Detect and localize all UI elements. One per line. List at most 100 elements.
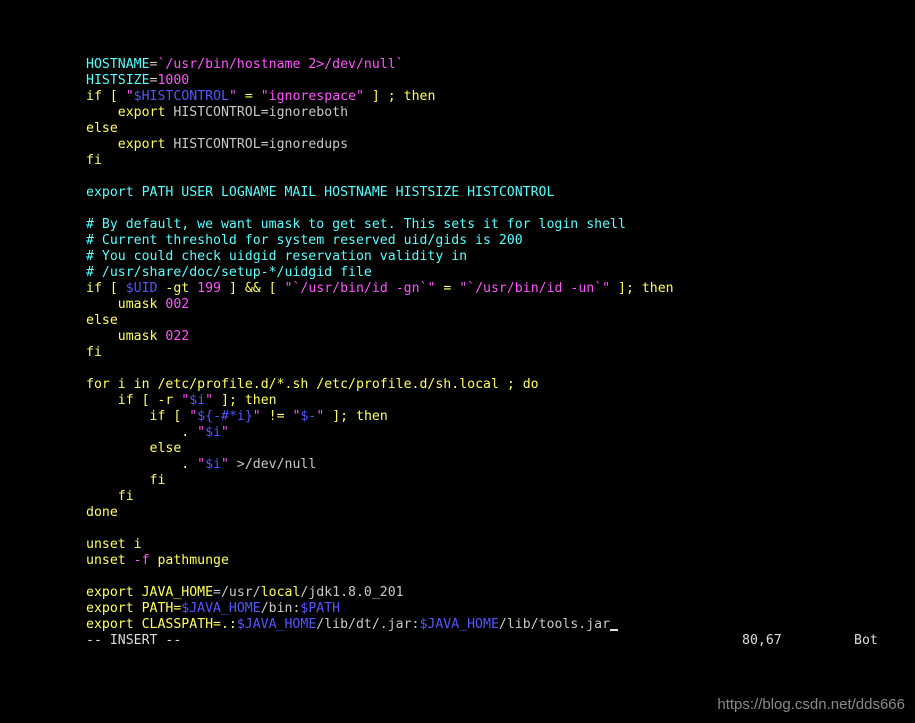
code-token: " [221, 457, 229, 472]
code-token: HOSTNAME [86, 57, 150, 72]
code-line[interactable]: export HISTCONTROL=ignoreboth [86, 105, 674, 121]
code-token: $PATH [300, 601, 341, 616]
code-token: ] ; [363, 89, 404, 104]
code-token: >/dev/null [228, 457, 317, 472]
code-token: ignoredups [268, 137, 349, 152]
code-token: ]; then [324, 409, 388, 424]
code-line[interactable]: export JAVA_HOME=/usr/local/jdk1.8.0_201 [86, 585, 674, 601]
code-token: CLASSPATH=.: [133, 617, 237, 632]
code-line[interactable]: unset i [86, 537, 674, 553]
code-token: . [181, 457, 198, 472]
code-line[interactable]: if [ $UID -gt 199 ] && [ "`/usr/bin/id -… [86, 281, 674, 297]
code-line[interactable] [86, 201, 674, 217]
code-line[interactable]: umask 022 [86, 329, 674, 345]
code-token: fi [117, 489, 134, 504]
code-line[interactable]: # Current threshold for system reserved … [86, 233, 674, 249]
code-token: in [133, 377, 150, 392]
code-line[interactable]: else [86, 121, 674, 137]
code-line[interactable]: . "$i" >/dev/null [86, 457, 674, 473]
code-line[interactable]: . "$i" [86, 425, 674, 441]
code-line[interactable]: fi [86, 345, 674, 361]
code-line[interactable]: fi [86, 473, 674, 489]
code-token: -f [125, 553, 150, 568]
code-token: 002 [165, 297, 190, 312]
code-line[interactable]: else [86, 313, 674, 329]
code-line[interactable]: if [ "${-#*i}" != "$-" ]; then [86, 409, 674, 425]
code-line[interactable]: HOSTNAME=`/usr/bin/hostname 2>/dev/null` [86, 57, 674, 73]
code-token: " [205, 393, 214, 408]
code-line[interactable]: # /usr/share/doc/setup-*/uidgid file [86, 265, 674, 281]
code-line[interactable]: HISTSIZE=1000 [86, 73, 674, 89]
code-line[interactable] [86, 521, 674, 537]
code-line[interactable]: if [ -r "$i" ]; then [86, 393, 674, 409]
code-line[interactable]: done [86, 505, 674, 521]
code-token: # Current threshold for system reserved … [86, 233, 523, 248]
code-token: i [125, 537, 142, 552]
watermark-url: https://blog.csdn.net/dds666 [717, 696, 905, 713]
code-line[interactable]: export HISTCONTROL=ignoredups [86, 137, 674, 153]
code-line[interactable]: export PATH=$JAVA_HOME/bin:$PATH [86, 601, 674, 617]
code-token: fi [149, 473, 166, 488]
code-token: $HISTCONTROL [133, 89, 229, 104]
code-token: ]; then [213, 393, 277, 408]
code-line[interactable]: for i in /etc/profile.d/*.sh /etc/profil… [86, 377, 674, 393]
code-token: $JAVA_HOME [236, 617, 317, 632]
code-token: fi [86, 153, 102, 168]
code-token: " [221, 425, 229, 440]
code-token: # You could check uidgid reservation val… [86, 249, 468, 264]
code-token: -gt [157, 281, 198, 296]
code-token: "ignorespace" [260, 89, 364, 104]
code-token: PATH= [133, 601, 182, 616]
code-token: [ [101, 89, 126, 104]
code-token: # By default, we want umask to get set. … [86, 217, 626, 232]
code-line[interactable] [86, 361, 674, 377]
code-token: done [86, 505, 118, 520]
code-line[interactable]: # You could check uidgid reservation val… [86, 249, 674, 265]
code-token: unset [86, 537, 126, 552]
cursor-position: 80,67 [742, 633, 782, 648]
code-token: HISTCONTROL [165, 105, 261, 120]
code-token: "` [284, 281, 301, 296]
code-line[interactable]: export CLASSPATH=.:$JAVA_HOME/lib/dt/.ja… [86, 617, 674, 633]
code-line[interactable]: export PATH USER LOGNAME MAIL HOSTNAME H… [86, 185, 674, 201]
code-token: /lib/dt/.jar: [316, 617, 420, 632]
code-token: export [86, 585, 134, 600]
code-token: unset [86, 553, 126, 568]
code-line[interactable]: if [ "$HISTCONTROL" = "ignorespace" ] ; … [86, 89, 674, 105]
code-token: ${-#*i} [197, 409, 253, 424]
vim-editor-buffer[interactable]: HOSTNAME=`/usr/bin/hostname 2>/dev/null`… [86, 57, 674, 633]
code-line[interactable] [86, 569, 674, 585]
code-token: i [109, 377, 134, 392]
code-token: local [260, 585, 301, 600]
terminal-screen[interactable]: HOSTNAME=`/usr/bin/hostname 2>/dev/null`… [0, 0, 915, 723]
code-token: /jdk1.8.0_201 [300, 585, 404, 600]
code-token: " [228, 89, 237, 104]
code-token: ]; then [610, 281, 674, 296]
code-token: " [125, 89, 134, 104]
code-token: = [260, 105, 269, 120]
code-line[interactable] [86, 169, 674, 185]
code-line[interactable]: fi [86, 153, 674, 169]
code-line[interactable]: else [86, 441, 674, 457]
scroll-position: Bot [854, 633, 878, 648]
code-line[interactable]: fi [86, 489, 674, 505]
code-token: /usr/bin/id -gn [300, 281, 420, 296]
code-token: = [236, 89, 261, 104]
code-token: " [189, 409, 198, 424]
vim-status-line: -- INSERT -- 80,67 Bot [86, 633, 880, 649]
code-line[interactable]: # By default, we want umask to get set. … [86, 217, 674, 233]
code-token: $JAVA_HOME [419, 617, 499, 632]
code-token: " [252, 409, 261, 424]
code-token: /bin: [260, 601, 301, 616]
code-token: " [197, 425, 206, 440]
code-line[interactable]: umask 002 [86, 297, 674, 313]
code-line[interactable]: unset -f pathmunge [86, 553, 674, 569]
code-token: else [149, 441, 182, 456]
code-token: export [117, 105, 166, 120]
code-token: /lib/tools.jar [498, 617, 611, 632]
